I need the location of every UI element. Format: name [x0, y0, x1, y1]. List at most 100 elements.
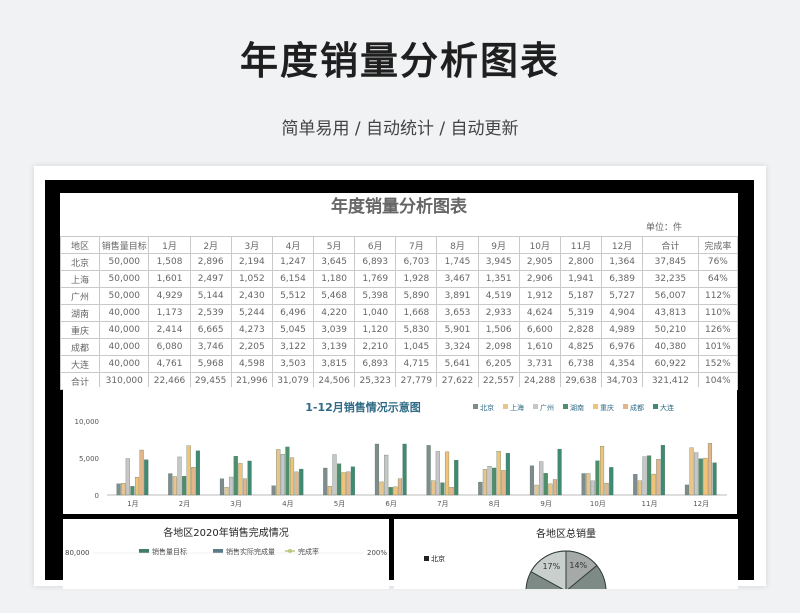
table-cell[interactable]: 110%	[697, 304, 739, 322]
table-cell[interactable]: 2,210	[354, 338, 397, 356]
table-cell[interactable]: 5,244	[230, 304, 273, 322]
table-cell[interactable]: 50,000	[99, 287, 150, 305]
table-cell[interactable]: 5,641	[436, 355, 479, 373]
table-cell[interactable]: 湖南	[59, 304, 101, 322]
table-cell[interactable]: 6,080	[148, 338, 191, 356]
table-cell[interactable]: 4,220	[313, 304, 356, 322]
table-cell[interactable]: 5,144	[189, 287, 232, 305]
table-cell[interactable]: 5,398	[354, 287, 397, 305]
table-cell[interactable]: 2,828	[559, 321, 603, 339]
table-cell[interactable]: 6,205	[477, 355, 520, 373]
table-cell[interactable]: 40,000	[99, 321, 150, 339]
table-cell[interactable]: 6,893	[354, 355, 397, 373]
table-cell[interactable]: 2,205	[230, 338, 273, 356]
table-cell[interactable]: 32,235	[642, 270, 699, 288]
table-cell[interactable]: 1,506	[477, 321, 520, 339]
table-cell[interactable]: 3,324	[436, 338, 479, 356]
table-cell[interactable]: 4,354	[601, 355, 644, 373]
table-cell[interactable]: 2,905	[518, 253, 561, 271]
table-cell[interactable]: 3,039	[313, 321, 356, 339]
table-cell[interactable]: 北京	[59, 253, 101, 271]
table-cell[interactable]: 4,715	[395, 355, 438, 373]
table-cell[interactable]: 64%	[697, 270, 739, 288]
table-cell[interactable]: 1,180	[313, 270, 356, 288]
table-cell[interactable]: 1,351	[477, 270, 520, 288]
table-cell[interactable]: 4,624	[518, 304, 561, 322]
table-cell[interactable]: 3,122	[271, 338, 315, 356]
table-cell[interactable]: 4,989	[601, 321, 644, 339]
table-cell[interactable]: 37,845	[642, 253, 699, 271]
table-cell[interactable]: 40,000	[99, 304, 150, 322]
table-cell[interactable]: 5,890	[395, 287, 438, 305]
table-cell[interactable]: 1,912	[518, 287, 561, 305]
table-cell[interactable]: 56,007	[642, 287, 699, 305]
table-cell[interactable]: 4,929	[148, 287, 191, 305]
table-cell[interactable]: 1,769	[354, 270, 397, 288]
table-cell[interactable]: 6,600	[518, 321, 561, 339]
table-cell[interactable]: 4,825	[559, 338, 603, 356]
table-cell[interactable]: 1,247	[271, 253, 315, 271]
table-cell[interactable]: 2,497	[189, 270, 232, 288]
table-cell[interactable]: 4,273	[230, 321, 273, 339]
table-cell[interactable]: 1,928	[395, 270, 438, 288]
table-cell[interactable]: 5,830	[395, 321, 438, 339]
table-cell[interactable]: 3,503	[271, 355, 315, 373]
table-cell[interactable]: 3,645	[313, 253, 356, 271]
table-cell[interactable]: 43,813	[642, 304, 699, 322]
table-cell[interactable]: 3,891	[436, 287, 479, 305]
table-cell[interactable]: 3,945	[477, 253, 520, 271]
table-cell[interactable]: 5,468	[313, 287, 356, 305]
table-cell[interactable]: 6,893	[354, 253, 397, 271]
table-cell[interactable]: 152%	[697, 355, 739, 373]
table-cell[interactable]: 4,598	[230, 355, 273, 373]
table-cell[interactable]: 1,052	[230, 270, 273, 288]
table-cell[interactable]: 3,746	[189, 338, 232, 356]
table-cell[interactable]: 1,173	[148, 304, 191, 322]
table-cell[interactable]: 1,745	[436, 253, 479, 271]
table-cell[interactable]: 1,508	[148, 253, 191, 271]
table-cell[interactable]: 126%	[697, 321, 739, 339]
table-cell[interactable]: 3,467	[436, 270, 479, 288]
table-cell[interactable]: 2,896	[189, 253, 232, 271]
table-cell[interactable]: 6,389	[601, 270, 644, 288]
table-cell[interactable]: 60,922	[642, 355, 699, 373]
table-cell[interactable]: 1,045	[395, 338, 438, 356]
table-cell[interactable]: 4,761	[148, 355, 191, 373]
table-cell[interactable]: 大连	[59, 355, 101, 373]
table-cell[interactable]: 6,738	[559, 355, 603, 373]
table-cell[interactable]: 1,040	[354, 304, 397, 322]
table-cell[interactable]: 6,496	[271, 304, 315, 322]
table-cell[interactable]: 40,000	[99, 338, 150, 356]
table-cell[interactable]: 50,000	[99, 270, 150, 288]
table-cell[interactable]: 2,539	[189, 304, 232, 322]
table-cell[interactable]: 3,815	[313, 355, 356, 373]
table-cell[interactable]: 5,319	[559, 304, 603, 322]
table-cell[interactable]: 2,098	[477, 338, 520, 356]
table-cell[interactable]: 50,210	[642, 321, 699, 339]
table-cell[interactable]: 40,380	[642, 338, 699, 356]
table-cell[interactable]: 1,601	[148, 270, 191, 288]
table-cell[interactable]: 2,414	[148, 321, 191, 339]
table-cell[interactable]: 1,364	[601, 253, 644, 271]
table-cell[interactable]: 3,731	[518, 355, 561, 373]
table-cell[interactable]: 广州	[59, 287, 101, 305]
table-cell[interactable]: 4,904	[601, 304, 644, 322]
table-cell[interactable]: 1,941	[559, 270, 603, 288]
table-cell[interactable]: 5,512	[271, 287, 315, 305]
table-cell[interactable]: 2,933	[477, 304, 520, 322]
table-cell[interactable]: 1,668	[395, 304, 438, 322]
table-cell[interactable]: 6,154	[271, 270, 315, 288]
table-cell[interactable]: 5,968	[189, 355, 232, 373]
table-cell[interactable]: 6,665	[189, 321, 232, 339]
table-cell[interactable]: 上海	[59, 270, 101, 288]
table-cell[interactable]: 4,519	[477, 287, 520, 305]
table-cell[interactable]: 重庆	[59, 321, 101, 339]
table-cell[interactable]: 5,727	[601, 287, 644, 305]
table-cell[interactable]: 2,906	[518, 270, 561, 288]
table-cell[interactable]: 2,194	[230, 253, 273, 271]
table-cell[interactable]: 3,139	[313, 338, 356, 356]
table-cell[interactable]: 6,976	[601, 338, 644, 356]
table-cell[interactable]: 2,800	[559, 253, 603, 271]
table-cell[interactable]: 50,000	[99, 253, 150, 271]
table-cell[interactable]: 5,901	[436, 321, 479, 339]
